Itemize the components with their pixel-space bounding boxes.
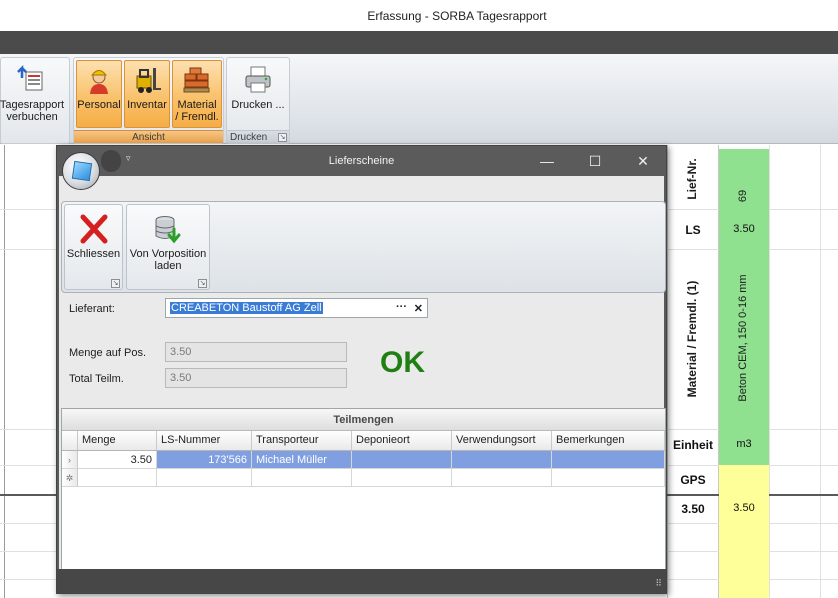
ribbon-group-schliessen: Schliessen ↘	[64, 204, 123, 290]
ls-value[interactable]: 3.50	[719, 223, 769, 235]
bricks-pallet-icon	[183, 67, 210, 93]
quick-access-toolbar[interactable]	[101, 150, 121, 172]
inventar-label: Inventar	[127, 99, 167, 111]
dialog-title: Lieferscheine	[328, 155, 395, 167]
clear-icon[interactable]: ✕	[414, 302, 423, 315]
inventar-button[interactable]: Inventar	[124, 60, 170, 128]
new-row-cell[interactable]	[552, 469, 665, 487]
row-indicator-icon[interactable]: ›	[62, 451, 78, 469]
lief-nr-header: Lief-Nr.	[685, 158, 699, 200]
total-teilm-label: Total Teilm.	[69, 373, 124, 385]
printer-icon	[245, 66, 271, 93]
material-fremdl-button[interactable]: Material / Fremdl.	[172, 60, 222, 128]
lieferant-value: CREABETON Baustoff AG Zell	[170, 302, 323, 314]
drucken-button[interactable]: Drucken ...	[228, 60, 288, 128]
von-vorposition-laden-button[interactable]: Von Vorposition laden	[127, 209, 209, 277]
table-cell-bemerkungen[interactable]	[552, 451, 665, 469]
worker-icon	[90, 70, 108, 94]
lieferant-label: Lieferant:	[69, 303, 115, 315]
close-window-button[interactable]: ✕	[628, 150, 658, 172]
lieferscheine-dialog: Lieferscheine ▿ — ☐ ✕ Schliessen ↘ Von V…	[56, 145, 667, 594]
minimize-button[interactable]: —	[532, 150, 562, 172]
quick-access-dropdown-icon[interactable]: ▿	[126, 153, 131, 164]
dialog-body: Schliessen ↘ Von Vorposition laden ↘ Lie…	[59, 176, 666, 570]
teilmengen-caption: Teilmengen	[62, 409, 665, 431]
material-fremdl-header: Material / Fremdl. (1)	[685, 280, 699, 398]
ribbon-group-caption-ansicht: Ansicht	[74, 130, 223, 143]
menge-auf-pos-label: Menge auf Pos.	[69, 347, 147, 359]
lieferant-field[interactable]: CREABETON Baustoff AG Zell ··· ✕	[165, 298, 428, 318]
col-header-bemerkungen[interactable]: Bemerkungen	[552, 431, 665, 451]
database-download-icon	[155, 216, 181, 244]
table-cell-verwendungsort[interactable]	[452, 451, 552, 469]
total-teilm-field[interactable]: 3.50	[165, 368, 347, 388]
main-titlebar: Erfassung - SORBA Tagesrapport	[0, 0, 838, 31]
table-cell-deponieort[interactable]	[352, 451, 452, 469]
total-label: 3.50	[681, 502, 705, 516]
ls-header: LS	[685, 223, 701, 237]
cube-icon	[71, 160, 93, 182]
von-vorposition-label-1: Von Vorposition	[129, 248, 207, 260]
ribbon-group-verbuchen: Tagesrapport verbuchen	[0, 57, 70, 144]
app-title: Erfassung - SORBA Tagesrapport	[367, 9, 547, 23]
tagesrapport-verbuchen-label-2: verbuchen	[6, 111, 58, 123]
application-menu-orb[interactable]	[62, 152, 100, 190]
schliessen-label: Schliessen	[66, 248, 121, 260]
dialog-titlebar[interactable]: Lieferscheine ▿ — ☐ ✕	[57, 146, 666, 176]
new-row-cell[interactable]	[252, 469, 352, 487]
close-x-icon	[80, 214, 107, 244]
new-row-cell[interactable]	[78, 469, 157, 487]
menge-auf-pos-field[interactable]: 3.50	[165, 342, 347, 362]
gps-value-column	[719, 465, 769, 598]
ribbon-group-vorposition: Von Vorposition laden ↘	[126, 204, 210, 290]
col-header-deponieort[interactable]: Deponieort	[352, 431, 452, 451]
von-vorposition-label-2: laden	[154, 260, 182, 272]
col-header-ls-nummer[interactable]: LS-Nummer	[157, 431, 252, 451]
col-header-menge[interactable]: Menge	[78, 431, 157, 451]
personal-label: Personal	[77, 99, 121, 111]
table-cell-transporteur[interactable]: Michael Müller	[252, 451, 352, 469]
drucken-dialog-launcher-icon[interactable]: ↘	[278, 133, 287, 142]
ribbon-tab-strip	[0, 31, 838, 54]
dialog-ribbon: Schliessen ↘ Von Vorposition laden ↘	[61, 201, 666, 293]
new-row-cell[interactable]	[352, 469, 452, 487]
ok-status: OK	[380, 346, 425, 379]
lief-nr-value[interactable]: 69	[737, 181, 751, 211]
ribbon-group-drucken: Drucken ... Drucken ↘	[226, 57, 290, 144]
material-fremdl-value[interactable]: Beton CEM, 150 0-16 mm	[737, 263, 751, 413]
einheit-value[interactable]: m3	[719, 438, 769, 450]
table-cell-ls-nummer[interactable]: 173'566	[157, 451, 252, 469]
vorposition-dialog-launcher-icon[interactable]: ↘	[198, 279, 207, 288]
einheit-header: Einheit	[672, 438, 713, 452]
drucken-label: Drucken ...	[231, 99, 285, 111]
resize-grip-icon[interactable]: ⠿	[655, 578, 662, 589]
tagesrapport-verbuchen-label-1: Tagesrapport	[0, 99, 65, 111]
new-row-icon[interactable]: ✲	[62, 469, 78, 487]
table-cell-menge[interactable]: 3.50	[78, 451, 157, 469]
personal-button[interactable]: Personal	[76, 60, 122, 128]
ellipsis-button[interactable]: ···	[396, 301, 407, 313]
new-row-cell[interactable]	[452, 469, 552, 487]
tagesrapport-verbuchen-button[interactable]: Tagesrapport verbuchen	[0, 60, 69, 128]
total-value: 3.50	[733, 502, 755, 514]
dialog-statusbar: ⠿	[57, 569, 666, 593]
ribbon-group-ansicht: Personal Inventar Material / Fremdl. Ans…	[73, 57, 224, 144]
schliessen-button[interactable]: Schliessen	[65, 209, 122, 277]
forklift-icon	[136, 68, 161, 93]
material-label-2: / Fremdl.	[175, 111, 219, 123]
teilmengen-grid: Teilmengen Menge LS-Nummer Transporteur …	[61, 408, 666, 570]
main-ribbon: Tagesrapport verbuchen Personal Inventar	[0, 54, 838, 144]
gps-header: GPS	[680, 473, 706, 487]
maximize-button[interactable]: ☐	[580, 150, 610, 172]
grid-corner	[62, 431, 78, 451]
post-report-icon	[17, 64, 43, 91]
schliessen-dialog-launcher-icon[interactable]: ↘	[111, 279, 120, 288]
material-label-1: Material	[177, 99, 217, 111]
new-row-cell[interactable]	[157, 469, 252, 487]
col-header-verwendungsort[interactable]: Verwendungsort	[452, 431, 552, 451]
col-header-transporteur[interactable]: Transporteur	[252, 431, 352, 451]
